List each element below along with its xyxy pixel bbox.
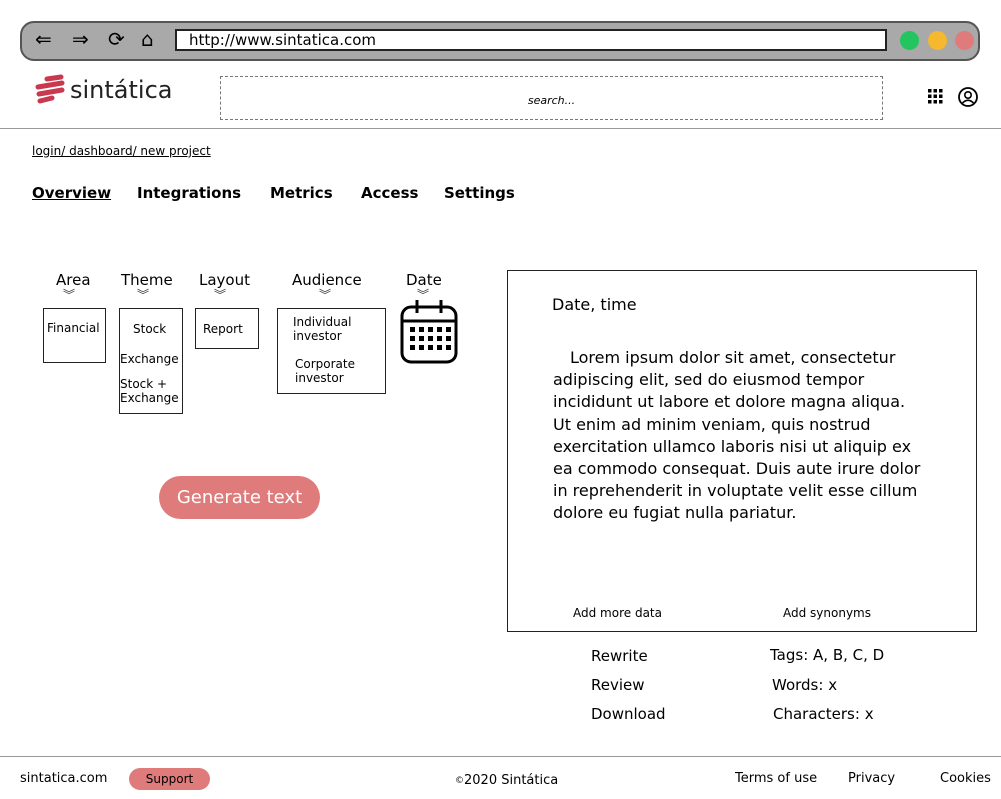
chevron-down-icon[interactable]: ︾ (214, 289, 226, 301)
cookies-link[interactable]: Cookies (940, 771, 991, 786)
audience-option[interactable]: Corporate investor (295, 357, 370, 385)
footer-site-link[interactable]: sintatica.com (20, 771, 107, 786)
rewrite-button[interactable]: Rewrite (591, 647, 648, 665)
theme-dropdown[interactable]: Stock Exchange Stock + Exchange (119, 308, 183, 414)
chevron-down-icon[interactable]: ︾ (63, 289, 75, 301)
review-button[interactable]: Review (591, 676, 645, 694)
apps-grid-icon[interactable] (927, 88, 943, 104)
header-divider (0, 128, 1001, 129)
character-count: Characters: x (773, 705, 874, 723)
copyright-text: 2020 Sintática (464, 773, 559, 788)
area-option[interactable]: Financial (47, 321, 100, 335)
download-button[interactable]: Download (591, 705, 666, 723)
address-bar[interactable]: http://www.sintatica.com (175, 29, 887, 51)
tab-integrations[interactable]: Integrations (137, 184, 241, 202)
layout-label: Layout (199, 271, 250, 289)
date-label: Date (406, 271, 442, 289)
tab-access[interactable]: Access (361, 184, 418, 202)
logo-icon (35, 74, 65, 104)
support-button[interactable]: Support (129, 768, 210, 790)
home-icon[interactable]: ⌂ (141, 28, 154, 50)
word-count: Words: x (772, 676, 838, 694)
theme-option[interactable]: Stock (133, 322, 166, 336)
add-synonyms-button[interactable]: Add synonyms (783, 606, 871, 620)
generate-text-button[interactable]: Generate text (159, 476, 320, 519)
audience-option[interactable]: Individual investor (293, 315, 368, 343)
theme-option[interactable]: Exchange (120, 352, 179, 366)
output-title: Date, time (552, 295, 637, 314)
area-label: Area (56, 271, 91, 289)
theme-option[interactable]: Stock + Exchange (120, 377, 182, 405)
terms-link[interactable]: Terms of use (735, 771, 817, 786)
layout-dropdown[interactable]: Report (195, 308, 259, 349)
layout-option[interactable]: Report (203, 322, 243, 336)
reload-icon[interactable]: ⟳ (108, 28, 125, 50)
tab-metrics[interactable]: Metrics (270, 184, 333, 202)
add-more-data-button[interactable]: Add more data (573, 606, 662, 620)
tags-info: Tags: A, B, C, D (770, 646, 885, 664)
breadcrumb[interactable]: login/ dashboard/ new project (32, 144, 211, 158)
window-dot-green[interactable] (900, 31, 919, 50)
tab-overview[interactable]: Overview (32, 184, 111, 202)
logo-text[interactable]: sintática (70, 76, 172, 104)
privacy-link[interactable]: Privacy (848, 771, 895, 786)
theme-label: Theme (121, 271, 173, 289)
copyright: ©2020 Sintática (455, 773, 558, 788)
chevron-down-icon[interactable]: ︾ (137, 289, 149, 301)
forward-arrow-icon[interactable]: ⇒ (72, 28, 89, 50)
generated-text: Lorem ipsum dolor sit amet, consectetur … (553, 348, 921, 523)
search-input[interactable]: search... (220, 76, 883, 120)
footer-divider (0, 756, 1001, 757)
audience-label: Audience (292, 271, 362, 289)
window-dot-red[interactable] (955, 31, 974, 50)
window-dot-yellow[interactable] (928, 31, 947, 50)
copyright-symbol: © (455, 776, 464, 786)
area-dropdown[interactable]: Financial (43, 308, 106, 363)
audience-dropdown[interactable]: Individual investor Corporate investor (277, 308, 386, 394)
tab-settings[interactable]: Settings (444, 184, 515, 202)
back-arrow-icon[interactable]: ⇐ (35, 28, 52, 50)
chevron-down-icon[interactable]: ︾ (319, 289, 331, 301)
user-icon[interactable] (957, 86, 979, 108)
calendar-icon[interactable] (400, 298, 458, 364)
